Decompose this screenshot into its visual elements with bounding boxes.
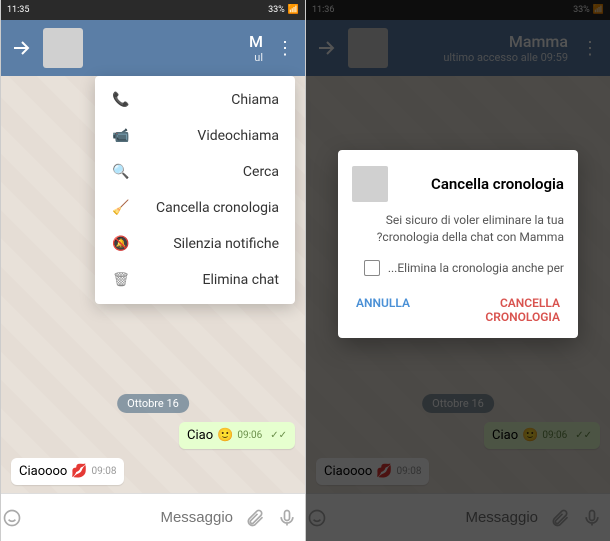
menu-label: Chiama bbox=[145, 92, 279, 108]
cancel-button[interactable]: ANNULLA bbox=[352, 290, 414, 330]
menu-label: Cancella cronologia bbox=[145, 200, 279, 216]
input-bar bbox=[1, 493, 305, 541]
battery: 33% bbox=[268, 5, 285, 15]
dialog-body: Sei sicuro di voler eliminare la tua cro… bbox=[352, 212, 564, 246]
read-checks-icon: ✓✓ bbox=[270, 430, 287, 441]
menu-item-video[interactable]: Videochiama 📹 bbox=[95, 118, 295, 154]
context-menu: Chiama 📞 Videochiama 📹 Cerca 🔍 Cancella cronol… bbox=[95, 76, 295, 304]
clock: 11:35 bbox=[7, 5, 29, 15]
menu-label: Videochiama bbox=[145, 128, 279, 144]
screen-right: 📶33% 11:35 ⋮ M ul 16 Ottobre ✓✓ 09:06 🙂 … bbox=[0, 0, 305, 541]
contact-name[interactable]: M bbox=[93, 32, 263, 51]
chat-header: ⋮ M ul bbox=[1, 20, 305, 76]
back-button[interactable] bbox=[9, 36, 33, 60]
checkbox-label: Elimina la cronologia anche per... bbox=[388, 261, 564, 275]
video-icon: 📹 bbox=[111, 128, 131, 144]
emoji: 💋 bbox=[71, 464, 87, 479]
more-menu-button[interactable]: ⋮ bbox=[273, 36, 297, 60]
confirm-button[interactable]: CANCELLA CRONOLOGIA bbox=[428, 290, 564, 330]
dialog-title: Cancella cronologia bbox=[398, 175, 564, 193]
message-incoming[interactable]: 09:08 💋 Ciaoooo bbox=[11, 458, 124, 485]
mic-icon[interactable] bbox=[277, 506, 297, 530]
menu-item-phone[interactable]: Chiama 📞 bbox=[95, 82, 295, 118]
menu-item-mute[interactable]: Silenzia notifiche 🔕 bbox=[95, 226, 295, 262]
checkbox-icon bbox=[364, 260, 380, 276]
search-icon: 🔍 bbox=[111, 164, 131, 180]
date-label: 16 Ottobre bbox=[117, 394, 189, 413]
message-input[interactable] bbox=[34, 509, 233, 526]
menu-item-broom[interactable]: Cancella cronologia 🧹 bbox=[95, 190, 295, 226]
avatar[interactable] bbox=[43, 28, 83, 68]
emoji: 🙂 bbox=[217, 428, 233, 443]
menu-label: Cerca bbox=[145, 164, 279, 180]
msg-text: Ciaoooo bbox=[19, 464, 67, 479]
menu-item-trash[interactable]: Elimina chat 🗑 bbox=[95, 262, 295, 298]
contact-status: ul bbox=[93, 51, 263, 64]
status-bar: 📶33% 11:35 bbox=[1, 0, 305, 20]
dialog-avatar bbox=[352, 166, 388, 202]
message-outgoing[interactable]: ✓✓ 09:06 🙂 Ciao bbox=[179, 422, 295, 449]
attach-icon[interactable] bbox=[245, 506, 265, 530]
msg-time: 09:08 bbox=[92, 466, 117, 477]
confirm-dialog: Cancella cronologia Sei sicuro di voler … bbox=[338, 150, 578, 338]
msg-text: Ciao bbox=[187, 428, 213, 443]
trash-icon: 🗑 bbox=[111, 272, 131, 288]
also-delete-checkbox[interactable]: Elimina la cronologia anche per... bbox=[352, 260, 564, 276]
phone-icon: 📞 bbox=[111, 92, 131, 108]
screen-left: 📶33% 11:36 ⋮ Mamma ultimo accesso alle 0… bbox=[305, 0, 610, 541]
menu-label: Silenzia notifiche bbox=[145, 236, 279, 252]
status-icons: 📶 bbox=[288, 5, 299, 15]
menu-label: Elimina chat bbox=[145, 272, 279, 288]
menu-item-search[interactable]: Cerca 🔍 bbox=[95, 154, 295, 190]
emoji-icon[interactable] bbox=[2, 506, 22, 530]
broom-icon: 🧹 bbox=[111, 200, 131, 216]
msg-time: 09:06 bbox=[237, 430, 262, 441]
mute-icon: 🔕 bbox=[111, 236, 131, 252]
